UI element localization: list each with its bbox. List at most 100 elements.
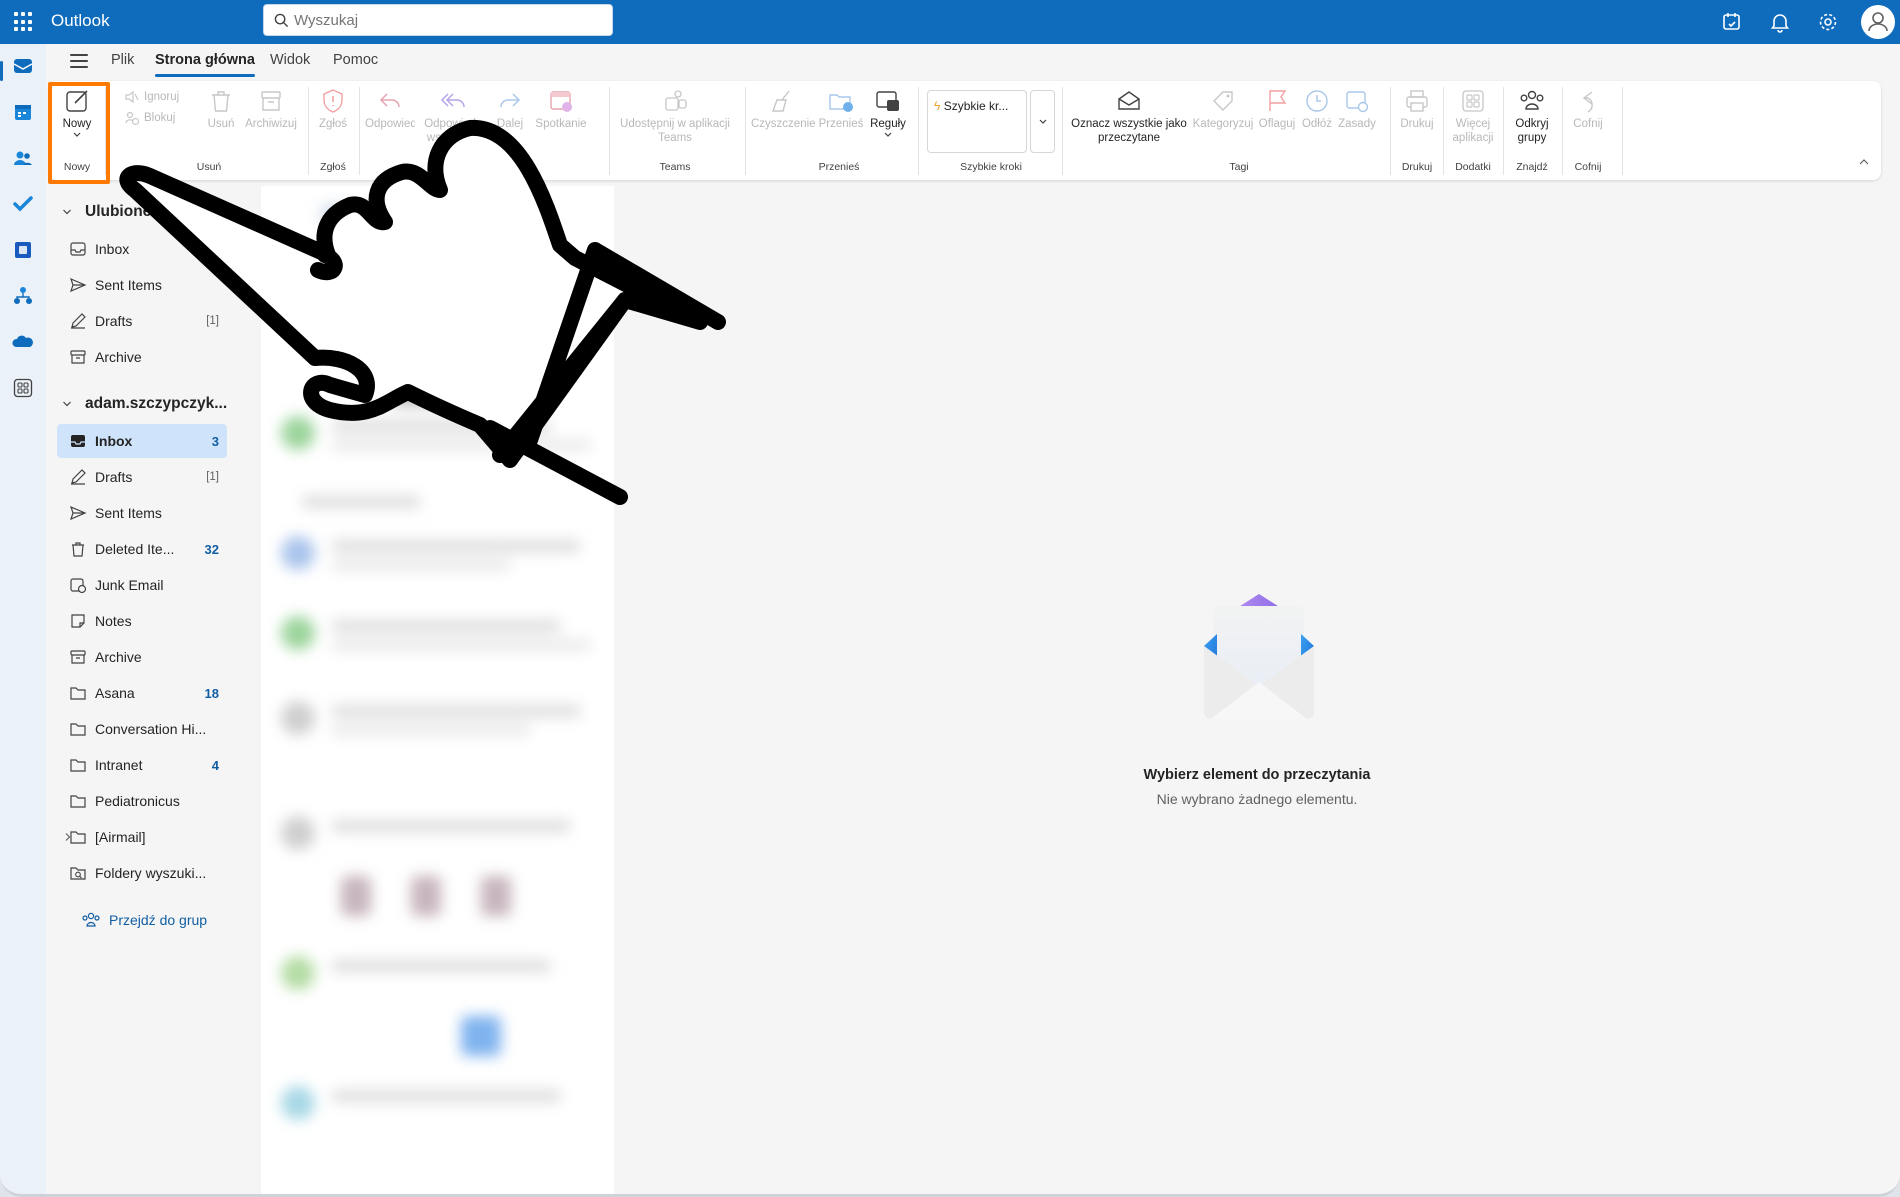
group-label-tagi: Tagi bbox=[1229, 161, 1249, 173]
folder-label: Sent Items bbox=[95, 277, 162, 293]
fav-inbox[interactable]: Inbox 3 bbox=[57, 232, 227, 266]
reply-label: Odpowiedz bbox=[365, 118, 415, 130]
reply-all-button[interactable]: Odpowiedz wszystkim bbox=[419, 87, 487, 145]
forward-button[interactable]: Dalej bbox=[492, 87, 528, 131]
archive-button[interactable]: Archiwizuj bbox=[242, 87, 300, 131]
favorites-title: Ulubione bbox=[85, 203, 152, 220]
people-icon[interactable] bbox=[12, 147, 34, 169]
folder-label: Drafts bbox=[95, 469, 133, 485]
search-icon bbox=[274, 13, 289, 28]
fav-drafts[interactable]: Drafts [1] bbox=[57, 304, 227, 338]
more-apps-button[interactable]: Więcej aplikacji bbox=[1448, 87, 1498, 145]
quick-steps-selector[interactable]: ϟ Szybkie kr... bbox=[927, 90, 1027, 153]
my-day-icon[interactable] bbox=[1720, 10, 1744, 34]
meeting-icon bbox=[550, 91, 572, 112]
folder-label: Pediatronicus bbox=[95, 793, 180, 809]
folder-deleted-items[interactable]: Deleted Ite... 32 bbox=[57, 532, 227, 566]
print-button[interactable]: Drukuj bbox=[1396, 87, 1438, 131]
folder-conversation-history[interactable]: Conversation Hi... bbox=[57, 712, 227, 746]
quick-steps-dropdown[interactable] bbox=[1030, 90, 1055, 153]
discover-groups-label: Odkryj grupy bbox=[1515, 118, 1549, 144]
search-input[interactable] bbox=[294, 5, 604, 35]
message-list[interactable] bbox=[261, 186, 614, 1194]
ignore-button[interactable]: Ignoruj bbox=[124, 89, 179, 105]
reply-button[interactable]: Odpowiedz bbox=[365, 87, 415, 131]
avatar[interactable] bbox=[1861, 5, 1895, 39]
todo-icon[interactable] bbox=[12, 193, 34, 215]
draft-count: [1] bbox=[206, 471, 219, 483]
report-button[interactable]: Zgłoś bbox=[313, 87, 353, 131]
outlook-window: Outlook Plik Strona główna Widok Pomoc bbox=[0, 0, 1900, 1197]
collapse-ribbon-icon[interactable] bbox=[1858, 157, 1870, 167]
group-label-drukuj: Drukuj bbox=[1401, 161, 1433, 173]
undo-button[interactable]: Cofnij bbox=[1567, 87, 1609, 131]
onedrive-icon[interactable] bbox=[12, 331, 34, 353]
block-label: Blokuj bbox=[144, 112, 176, 124]
empty-envelope-icon bbox=[1204, 594, 1314, 719]
move-label: Przenieś bbox=[818, 118, 864, 130]
favorites-header[interactable]: Ulubione bbox=[62, 203, 151, 221]
tab-widok[interactable]: Widok bbox=[270, 52, 310, 68]
app-launcher-icon[interactable] bbox=[14, 12, 34, 32]
share-teams-button[interactable]: Udostępnij w aplikacji Teams bbox=[615, 87, 735, 145]
rules-label: Reguły bbox=[870, 118, 906, 130]
discover-groups-button[interactable]: Odkryj grupy bbox=[1508, 87, 1556, 145]
calendar-icon[interactable] bbox=[12, 101, 34, 123]
hamburger-icon[interactable] bbox=[70, 54, 88, 68]
folder-asana[interactable]: Asana 18 bbox=[57, 676, 227, 710]
org-chart-icon[interactable] bbox=[12, 285, 34, 307]
archive-icon bbox=[261, 91, 281, 111]
folder-label: Inbox bbox=[95, 241, 130, 257]
broom-icon bbox=[772, 90, 790, 112]
tab-plik[interactable]: Plik bbox=[111, 52, 134, 68]
meeting-button[interactable]: Spotkanie bbox=[532, 87, 590, 131]
apps-grid-icon bbox=[1462, 90, 1484, 112]
folder-junk-email[interactable]: Junk Email bbox=[57, 568, 227, 602]
folder-icon bbox=[70, 687, 86, 700]
search-box[interactable] bbox=[263, 4, 613, 36]
folder-sent-items[interactable]: Sent Items bbox=[57, 496, 227, 530]
unread-count: 3 bbox=[211, 433, 219, 449]
block-button[interactable]: Blokuj bbox=[124, 110, 175, 126]
bell-icon[interactable] bbox=[1768, 10, 1792, 34]
tag-icon bbox=[1213, 91, 1233, 111]
reply-all-label: Odpowiedz wszystkim bbox=[424, 118, 482, 144]
more-apps-icon[interactable] bbox=[12, 377, 34, 399]
policy-button[interactable]: Zasady bbox=[1337, 87, 1377, 131]
mark-all-read-button[interactable]: Oznacz wszystkie jako przeczytane bbox=[1069, 87, 1189, 145]
delete-button[interactable]: Usuń bbox=[204, 87, 238, 131]
go-to-groups-link[interactable]: Przejdź do grup bbox=[81, 911, 207, 929]
folder-pediatronicus[interactable]: Pediatronicus bbox=[57, 784, 227, 818]
folder-airmail[interactable]: [Airmail] bbox=[57, 820, 227, 854]
flag-icon bbox=[1269, 90, 1287, 111]
inbox-icon bbox=[70, 242, 86, 256]
block-icon bbox=[125, 111, 140, 126]
app-title[interactable]: Outlook bbox=[51, 11, 110, 31]
ribbon-divider bbox=[1503, 87, 1504, 175]
sweep-button[interactable]: Czyszczenie bbox=[751, 87, 816, 131]
gear-icon[interactable] bbox=[1816, 10, 1840, 34]
folder-notes[interactable]: Notes bbox=[57, 604, 227, 638]
snooze-button[interactable]: Odłóż bbox=[1299, 87, 1335, 131]
group-label-teams: Teams bbox=[659, 161, 691, 173]
folder-intranet[interactable]: Intranet 4 bbox=[57, 748, 227, 782]
folder-inbox[interactable]: Inbox 3 bbox=[57, 424, 227, 458]
unread-count: 18 bbox=[204, 685, 219, 701]
chevron-down-icon[interactable] bbox=[883, 131, 893, 139]
mail-icon[interactable] bbox=[12, 55, 34, 77]
undo-icon bbox=[1582, 91, 1593, 113]
move-button[interactable]: Przenieś bbox=[818, 87, 864, 131]
folder-drafts[interactable]: Drafts [1] bbox=[57, 460, 227, 494]
folder-archive[interactable]: Archive bbox=[57, 640, 227, 674]
tab-pomoc[interactable]: Pomoc bbox=[333, 52, 378, 68]
word-icon[interactable] bbox=[12, 239, 34, 261]
categorize-button[interactable]: Kategoryzuj bbox=[1192, 87, 1254, 131]
folder-search-folders[interactable]: Foldery wyszuki... bbox=[57, 856, 227, 890]
flag-button[interactable]: Oflaguj bbox=[1256, 87, 1298, 131]
fav-archive[interactable]: Archive bbox=[57, 340, 227, 374]
fav-sent-items[interactable]: Sent Items bbox=[57, 268, 227, 302]
tab-strona-glowna[interactable]: Strona główna bbox=[155, 52, 255, 77]
account-header[interactable]: adam.szczypczyk... bbox=[62, 395, 227, 413]
shield-icon bbox=[323, 89, 343, 113]
rules-button[interactable]: Reguły bbox=[868, 87, 908, 141]
